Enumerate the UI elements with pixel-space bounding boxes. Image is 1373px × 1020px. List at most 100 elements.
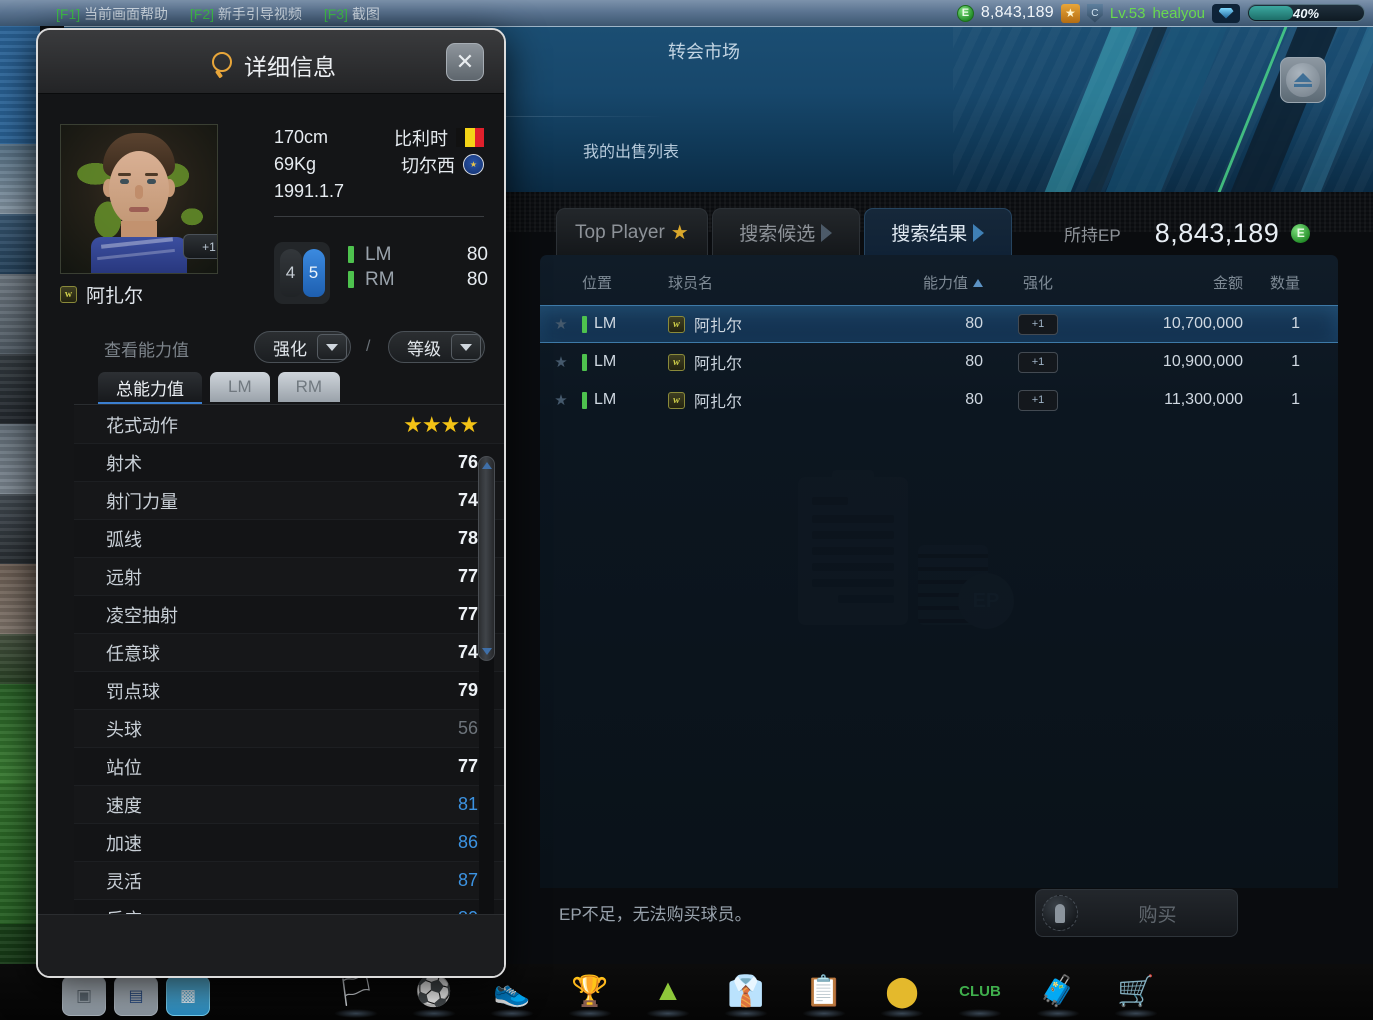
stat-name: 花式动作 <box>106 415 178 436</box>
favorite-star-icon[interactable]: ★ <box>540 391 582 409</box>
pyramid-icon[interactable]: ▲ <box>642 968 694 1018</box>
stat-list: 花式动作 ★★★★ 射术 76 射门力量 74 弧线 78 远射 77 凌空抽射 77 任… <box>74 406 504 976</box>
list-item: 站位 77 <box>74 748 504 786</box>
vitals-divider <box>274 216 484 217</box>
star-icon[interactable]: ★ <box>1060 3 1080 23</box>
stat-name: 射门力量 <box>106 491 178 512</box>
chat-icon[interactable]: ▤ <box>114 976 158 1016</box>
stat-name: 速度 <box>106 795 142 816</box>
stat-name: 凌空抽射 <box>106 605 178 626</box>
tab-rm[interactable]: RM <box>277 372 341 402</box>
hotkey-f3: [F3] <box>323 6 348 22</box>
foot-preference-widget: 4 5 <box>274 242 330 304</box>
hotkey-f1-label[interactable]: 当前画面帮助 <box>84 6 168 22</box>
tab-total-ability[interactable]: 总能力值 <box>98 372 202 405</box>
hotkey-f3-label[interactable]: 截图 <box>352 6 380 22</box>
chevron-right-icon <box>821 223 833 242</box>
th-name[interactable]: 球员名 <box>668 272 863 293</box>
top-status-bar: [F1] 当前画面帮助 [F2] 新手引导视频 [F3] 截图 E 8,843,… <box>0 0 1373 26</box>
close-button[interactable]: ✕ <box>446 43 484 81</box>
tab-search-results[interactable]: 搜索结果 <box>863 208 1012 256</box>
gallery-icon[interactable]: ▩ <box>166 976 210 1016</box>
stat-name: 罚点球 <box>106 681 160 702</box>
stat-name: 加速 <box>106 833 142 854</box>
list-item: 弧线 78 <box>74 520 504 558</box>
th-price[interactable]: 金额 <box>1093 272 1243 293</box>
row-enhance: +1 <box>983 313 1093 335</box>
chevron-down-icon <box>451 334 481 360</box>
chevron-down-icon <box>317 334 347 360</box>
position-bar-icon <box>582 353 587 371</box>
coin-icon <box>1042 895 1078 931</box>
bag-icon[interactable]: 🧳 <box>1032 968 1084 1018</box>
position-code: LM <box>365 243 392 265</box>
stat-value: 81 <box>457 794 478 814</box>
player-club: 切尔西 <box>401 155 455 176</box>
table-row[interactable]: ★ LM w 阿扎尔 80 +1 10,700,000 1 <box>540 305 1338 343</box>
level-select[interactable]: 等级 <box>388 331 485 363</box>
list-item: 加速 86 <box>74 824 504 862</box>
eject-icon <box>1286 63 1320 97</box>
tabs-underline <box>74 404 504 405</box>
club-icon[interactable]: CLUB <box>954 968 1006 1018</box>
list-item: 远射 77 <box>74 558 504 596</box>
hotkey-f2-label[interactable]: 新手引导视频 <box>218 6 302 22</box>
row-price: 10,700,000 <box>1162 315 1243 332</box>
row-ability: 80 <box>965 315 983 332</box>
w-badge-icon: w <box>60 285 77 303</box>
progress-bar: 40% <box>1247 4 1365 22</box>
stat-value: 56 <box>457 718 478 738</box>
list-item: 射门力量 74 <box>74 482 504 520</box>
w-badge-icon: w <box>668 391 685 409</box>
tab-label: 搜索结果 <box>891 224 968 245</box>
position-bar-icon <box>348 271 354 288</box>
view-ability-label: 查看能力值 <box>104 341 189 360</box>
club-shield-icon[interactable]: C <box>1086 3 1103 23</box>
ep-hold-value: 8,843,189 <box>1154 217 1280 248</box>
th-enhance[interactable]: 强化 <box>983 272 1093 293</box>
coin-shirt-icon[interactable]: ⬤ <box>876 968 928 1018</box>
player-birthdate: 1991.1.7 <box>274 181 345 201</box>
trophy-icon[interactable]: 🏆 <box>564 968 616 1018</box>
my-sell-list-link[interactable]: 我的出售列表 <box>583 138 679 162</box>
list-item: 头球 56 <box>74 710 504 748</box>
eject-button[interactable] <box>1280 57 1326 103</box>
gem-icon[interactable] <box>1212 3 1240 23</box>
position-bar-icon <box>348 246 354 263</box>
enhance-badge: +1 <box>183 234 217 259</box>
th-position[interactable]: 位置 <box>582 272 668 293</box>
buy-button-label: 购买 <box>1138 904 1177 926</box>
clipboard-icon[interactable]: 📋 <box>798 968 850 1018</box>
table-row[interactable]: ★ LM w 阿扎尔 80 +1 10,900,000 1 <box>540 343 1338 381</box>
position-ratings: LM 80 RM 80 <box>348 242 488 292</box>
tab-top-player[interactable]: Top Player ★ <box>556 208 708 256</box>
player-level: Lv.53 <box>1109 4 1146 22</box>
hotkey-f1: [F1] <box>56 6 81 22</box>
ability-view-controls: 查看能力值 强化 / 等级 <box>38 326 504 370</box>
table-row[interactable]: ★ LM w 阿扎尔 80 +1 11,300,000 1 <box>540 381 1338 419</box>
screen-icon[interactable]: ▣ <box>62 976 106 1016</box>
tab-label: Top Player <box>575 221 665 243</box>
search-results-panel: EP 位置 球员名 能力值 强化 金额 数量 ★ LM w 阿扎尔 80 +1 1… <box>540 255 1338 888</box>
enhance-select[interactable]: 强化 <box>254 331 351 363</box>
results-table-header: 位置 球员名 能力值 强化 金额 数量 <box>540 265 1338 299</box>
cart-icon[interactable]: 🛒 <box>1110 968 1162 1018</box>
th-quantity[interactable]: 数量 <box>1243 272 1338 293</box>
stat-stars: ★★★★ <box>403 411 479 437</box>
position-bar-icon <box>582 391 587 409</box>
magnifier-icon <box>212 52 232 72</box>
position-value: 80 <box>466 243 488 265</box>
th-ability[interactable]: 能力值 <box>863 272 983 293</box>
list-item: 速度 81 <box>74 786 504 824</box>
stat-scrollbar-thumb[interactable] <box>478 456 495 661</box>
jersey-tie-icon[interactable]: 👔 <box>720 968 772 1018</box>
tab-lm[interactable]: LM <box>210 372 270 402</box>
dock-left-buttons: ▣ ▤ ▩ <box>62 976 210 1016</box>
favorite-star-icon[interactable]: ★ <box>540 353 582 371</box>
player-name: 阿扎尔 <box>86 285 144 307</box>
stat-name: 弧线 <box>106 529 142 550</box>
tab-search-candidates[interactable]: 搜索候选 <box>711 208 860 256</box>
favorite-star-icon[interactable]: ★ <box>540 315 582 333</box>
buy-button[interactable]: 购买 <box>1035 889 1238 937</box>
chelsea-crest-icon: ★ <box>463 154 484 175</box>
